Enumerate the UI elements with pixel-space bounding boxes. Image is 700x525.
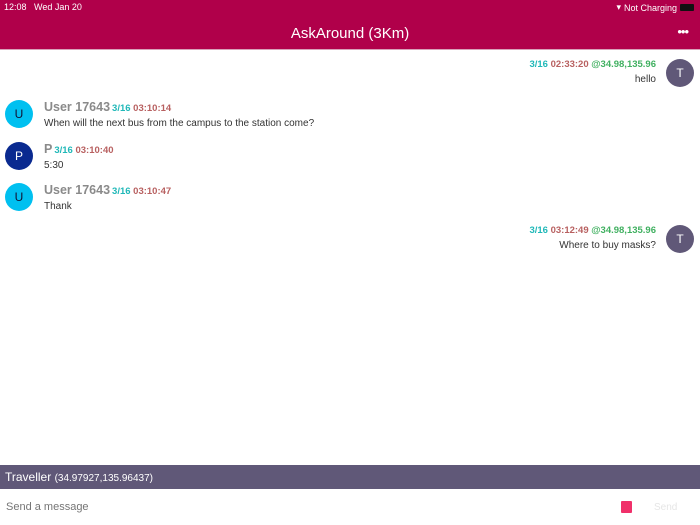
user-location-bar: Traveller (34.97927,135.96437) [0, 465, 700, 489]
message-date: 3/16 [54, 145, 73, 156]
message-text: When will the next bus from the campus t… [44, 118, 315, 129]
app-header: 12:08 Wed Jan 20 ▾ Not Charging AskAround… [0, 0, 700, 50]
message-text: Thank [44, 201, 72, 212]
message-time: 03:10:40 [75, 145, 114, 156]
message-location: @34.98,135.96 [591, 59, 656, 70]
send-button[interactable]: Send [654, 502, 677, 513]
message-input[interactable] [6, 501, 586, 513]
message-date: 3/16 [112, 103, 131, 114]
status-bar-right: ▾ Not Charging [616, 2, 694, 13]
message-item: User 17643 3/16 03:10:14 When will the ne… [44, 100, 314, 129]
avatar[interactable]: T [666, 59, 694, 87]
message-sender: User 17643 [44, 100, 111, 114]
message-sender: User 17643 [44, 183, 111, 197]
message-sender: P [44, 142, 53, 156]
user-coordinates: (34.97927,135.96437) [54, 473, 153, 484]
page-title: AskAround (3Km) [290, 25, 410, 42]
message-text: Where to buy masks? [559, 240, 656, 251]
charging-status: Not Charging [623, 2, 677, 13]
message-time: 03:10:47 [133, 186, 172, 197]
status-bar-left: 12:08 Wed Jan 20 [4, 2, 82, 12]
battery-icon [680, 4, 694, 11]
message-date: 3/16 [529, 225, 548, 236]
status-date: Wed Jan 20 [34, 2, 82, 12]
message-date: 3/16 [529, 59, 548, 70]
status-time: 12:08 [4, 2, 27, 12]
message-time: 02:33:20 [550, 59, 589, 70]
avatar[interactable]: U [5, 100, 33, 128]
message-time: 03:12:49 [550, 225, 589, 236]
user-name: Traveller [5, 470, 52, 484]
more-menu-button[interactable]: ••• [677, 24, 689, 39]
message-item: 3/16 03:12:49 @34.98,135.96 Where to buy… [529, 225, 656, 251]
message-text: 5:30 [44, 160, 64, 171]
avatar[interactable]: T [666, 225, 694, 253]
image-upload-icon[interactable] [621, 501, 632, 513]
wifi-icon: ▾ [616, 2, 621, 12]
avatar[interactable]: P [5, 142, 33, 170]
avatar[interactable]: U [5, 183, 33, 211]
message-item: P 3/16 03:10:40 5:30 [44, 142, 114, 171]
message-text: hello [634, 74, 656, 85]
message-location: @34.98,135.96 [591, 225, 656, 236]
message-item: User 17643 3/16 03:10:47 Thank [44, 183, 171, 212]
message-time: 03:10:14 [133, 103, 172, 114]
message-item: 3/16 02:33:20 @34.98,135.96 hello [529, 59, 656, 85]
message-date: 3/16 [112, 186, 131, 197]
